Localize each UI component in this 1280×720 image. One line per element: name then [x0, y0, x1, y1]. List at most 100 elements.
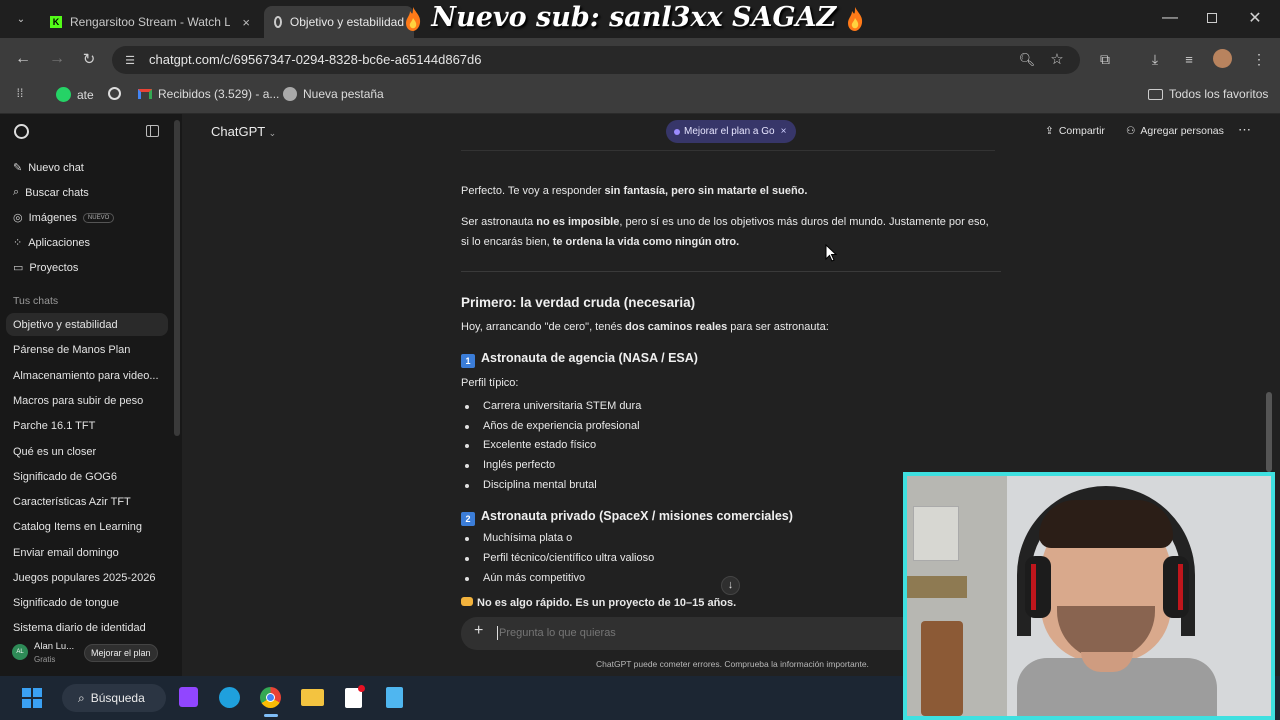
promo-label: Mejorar el plan a Go — [684, 126, 775, 137]
tab-close-button[interactable]: × — [242, 15, 250, 30]
chat-item[interactable]: Características Azir TFT — [13, 496, 131, 508]
zoom-icon[interactable]: 🔍︎ — [1018, 51, 1036, 69]
bookmark-chatgpt[interactable] — [108, 87, 121, 100]
avatar[interactable]: AL — [12, 644, 28, 660]
section-heading: Primero: la verdad cruda (necesaria) — [461, 295, 696, 310]
message-paragraph: si lo encarás bien, te ordena la vida co… — [461, 233, 739, 252]
user-plan: Gratis — [34, 655, 56, 664]
all-bookmarks[interactable]: Todos los favoritos — [1148, 87, 1268, 101]
add-people-button[interactable]: ⚇ Agregar personas — [1126, 125, 1224, 137]
conclusion-line: No es algo rápido. Es un proyecto de 10–… — [461, 594, 736, 613]
apps-grid-icon[interactable]: ⁞⁞ — [13, 86, 27, 100]
twitch-icon[interactable] — [179, 687, 198, 707]
minimize-icon[interactable]: — — [1160, 8, 1180, 28]
app-icon[interactable] — [345, 685, 365, 708]
text-span: Ser astronauta — [461, 216, 537, 228]
download-icon[interactable]: ⤓ — [1146, 50, 1164, 68]
chatgpt-icon — [108, 87, 121, 100]
chat-item[interactable]: Sistema diario de identidad — [13, 622, 146, 632]
sidebar-item-projects[interactable]: ▭ Proyectos — [13, 261, 78, 275]
bookmark-ate[interactable]: ate — [56, 87, 94, 102]
chat-item[interactable]: Almacenamiento para video... — [13, 370, 159, 382]
chevron-down-icon: ⌄ — [268, 128, 277, 138]
bold-text: dos caminos reales — [625, 321, 728, 333]
chat-input[interactable] — [499, 624, 879, 642]
star-icon[interactable]: ☆ — [1048, 50, 1066, 68]
list-item: Años de experiencia profesional — [483, 420, 640, 432]
list-item: Carrera universitaria STEM dura — [483, 400, 642, 412]
sidebar-item-label: Buscar chats — [25, 186, 89, 199]
share-button[interactable]: ⇪ Compartir — [1045, 125, 1105, 137]
mouse-cursor-icon — [825, 244, 837, 262]
text-span: , pero sí es uno de los objetivos más du… — [619, 216, 989, 228]
back-icon[interactable]: ← — [14, 50, 32, 68]
chat-item[interactable]: Juegos populares 2025-2026 — [13, 572, 156, 584]
extensions-icon[interactable]: ⧉ — [1096, 50, 1114, 68]
message-paragraph: Hoy, arrancando "de cero", tenés dos cam… — [461, 318, 829, 337]
forward-icon[interactable]: → — [48, 50, 66, 68]
fire-icon — [406, 6, 421, 31]
upgrade-plan-button[interactable]: Mejorar el plan — [84, 644, 158, 662]
pointing-hand-icon — [461, 597, 473, 606]
file-explorer-icon[interactable] — [301, 689, 324, 706]
bullet — [465, 577, 469, 581]
message-paragraph: Ser astronauta no es imposible, pero sí … — [461, 213, 989, 232]
scroll-down-button[interactable]: ↓ — [721, 576, 740, 595]
attach-plus-icon[interactable]: + — [474, 622, 483, 640]
chrome-icon[interactable] — [260, 687, 281, 708]
chat-item[interactable]: Significado de GOG6 — [13, 471, 117, 483]
chat-item[interactable]: Catalog Items en Learning — [13, 521, 142, 533]
sidebar-item-images[interactable]: ◎ Imágenes NUEVO — [13, 211, 115, 224]
list-item: Perfil técnico/científico ultra valioso — [483, 552, 655, 564]
url-text[interactable]: chatgpt.com/c/69567347-0294-8328-bc6e-a6… — [149, 52, 481, 67]
chat-item[interactable]: Enviar email domingo — [13, 547, 119, 559]
chat-item[interactable]: Macros para subir de peso — [13, 395, 143, 407]
tab-rengarsitoo[interactable]: K Rengarsitoo Stream - Watch Liv × — [40, 6, 260, 38]
sidebar-item-search[interactable]: ⌕ Buscar chats — [13, 186, 89, 199]
media-icon[interactable]: ≡ — [1180, 50, 1198, 68]
menu-icon[interactable]: ⋮ — [1252, 50, 1266, 68]
chat-item[interactable]: Qué es un closer — [13, 446, 96, 458]
bullet — [465, 464, 469, 468]
close-window-icon[interactable]: ✕ — [1245, 8, 1265, 28]
bullet — [465, 484, 469, 488]
sidebar-item-new-chat[interactable]: ✎ Nuevo chat — [13, 161, 84, 175]
chat-item[interactable]: Significado de tongue — [13, 597, 119, 609]
site-info-icon[interactable]: ☰ — [122, 52, 138, 68]
active-app-indicator — [264, 714, 278, 717]
restore-icon[interactable] — [1202, 8, 1222, 28]
list-item: Disciplina mental brutal — [483, 479, 597, 491]
edit-icon: ✎ — [13, 162, 23, 174]
taskbar-search[interactable]: ⌕ Búsqueda — [62, 684, 166, 712]
profile-avatar[interactable] — [1213, 49, 1232, 68]
bookmark-gmail[interactable]: Recibidos (3.529) - a... — [138, 87, 279, 101]
chatgpt-tab-icon — [274, 16, 282, 28]
bookmark-new-tab[interactable]: Nueva pestaña — [283, 87, 384, 101]
chatgpt-logo-icon[interactable] — [14, 124, 29, 139]
bookmark-label: Recibidos (3.529) - a... — [158, 87, 280, 101]
chat-item[interactable]: Párense de Manos Plan — [13, 344, 130, 356]
sidebar-toggle-icon[interactable] — [146, 125, 159, 137]
sidebar-scrollbar[interactable] — [174, 120, 180, 436]
upgrade-promo-pill[interactable]: Mejorar el plan a Go × — [666, 120, 796, 143]
reload-icon[interactable]: ↻ — [80, 50, 98, 68]
tab-search-icon[interactable]: ⌄ — [12, 10, 30, 28]
close-icon[interactable]: × — [781, 126, 787, 137]
webcam-chair — [921, 621, 963, 716]
bullet — [465, 444, 469, 448]
chat-item[interactable]: Objetivo y estabilidad — [13, 319, 118, 331]
more-options-icon[interactable]: ⋯ — [1238, 122, 1251, 138]
edge-icon[interactable] — [219, 687, 240, 708]
windows-start-icon[interactable] — [22, 688, 42, 708]
model-selector[interactable]: ChatGPT ⌄ — [211, 124, 276, 139]
notepad-icon[interactable] — [386, 687, 403, 708]
tab-chatgpt[interactable]: Objetivo y estabilidad — [264, 6, 414, 38]
sidebar-item-apps[interactable]: ⁘ Aplicaciones — [13, 236, 90, 250]
search-icon: ⌕ — [13, 186, 20, 198]
main-scrollbar[interactable] — [1266, 392, 1272, 472]
bullet — [465, 425, 469, 429]
chat-item[interactable]: Parche 16.1 TFT — [13, 420, 95, 432]
bookmark-label: ate — [77, 87, 94, 102]
bold-text: no es imposible — [536, 216, 620, 228]
new-badge: NUEVO — [82, 212, 115, 223]
